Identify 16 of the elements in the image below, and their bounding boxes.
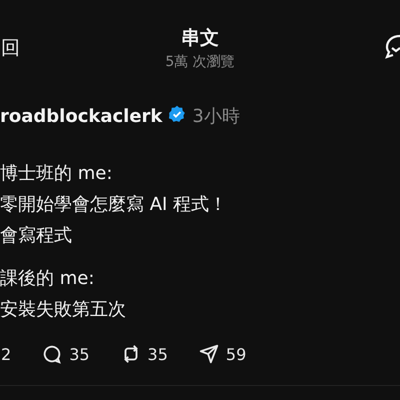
repost-count: 35 <box>148 344 168 364</box>
post-text-line: 會寫程式 <box>0 224 73 248</box>
post-text-line: 安裝失敗第五次 <box>0 298 127 322</box>
page-title: 串文 <box>180 26 220 51</box>
like-count: 2 <box>1 344 12 364</box>
comment-icon[interactable] <box>41 343 64 365</box>
post-text-line: 博士班的 me: <box>0 162 114 186</box>
view-count: 5萬 次瀏覽 <box>165 53 235 71</box>
share-count: 59 <box>226 344 246 364</box>
back-button[interactable]: 回 <box>1 35 166 61</box>
reply-count: 35 <box>69 344 90 364</box>
send-icon[interactable] <box>198 343 220 365</box>
username[interactable]: roadblockaclerk <box>0 106 162 126</box>
post-text-line: 零開始學會怎麼寫 AI 程式！ <box>0 193 228 217</box>
post-time: 3小時 <box>192 105 240 128</box>
post-text-line: 課後的 me: <box>0 267 96 291</box>
